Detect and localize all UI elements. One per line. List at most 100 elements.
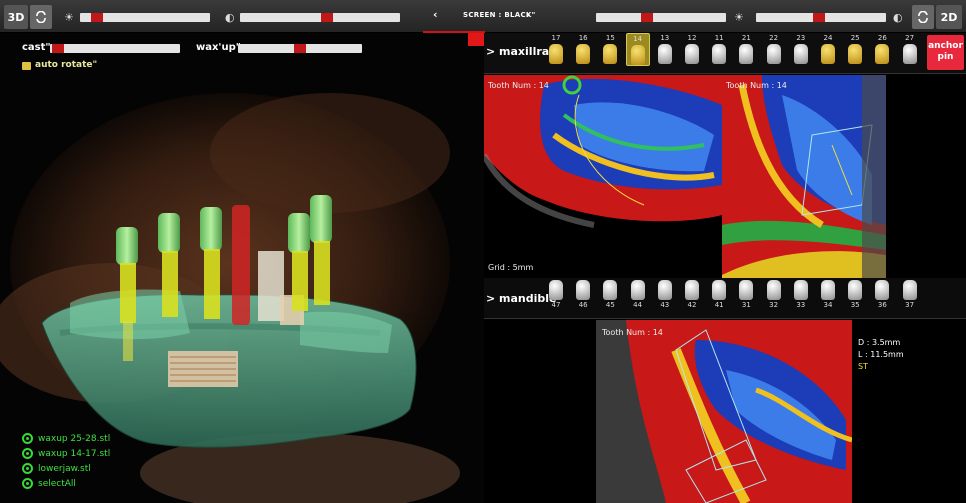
tooth-number: 12	[687, 34, 697, 42]
brightness-slider-left[interactable]	[80, 13, 210, 22]
slider-knob[interactable]	[812, 13, 825, 22]
tooth-25[interactable]: 25	[843, 33, 867, 64]
waxup-label: wax'up"	[196, 42, 241, 53]
tooth-num-label: Tooth Num : 14	[726, 81, 787, 90]
tooth-14[interactable]: 14	[625, 33, 650, 66]
tooth-icon	[576, 44, 591, 64]
tooth-21[interactable]: 21	[734, 33, 758, 64]
diameter-value: D : 3.5mm	[858, 338, 901, 347]
waxup-opacity-slider[interactable]	[238, 44, 362, 53]
tooth-icon	[657, 44, 672, 64]
tooth-number: 16	[578, 34, 588, 42]
tooth-47[interactable]: 47	[544, 280, 568, 311]
tooth-23[interactable]: 23	[789, 33, 813, 64]
visibility-toggle-icon[interactable]	[22, 478, 33, 489]
tooth-icon	[848, 44, 863, 64]
ct-cross-section-1[interactable]: Tooth Num : 14 Grid : 5mm	[484, 75, 722, 278]
sync-icon[interactable]	[30, 5, 52, 29]
visibility-toggle-icon[interactable]	[22, 433, 33, 444]
tooth-11[interactable]: 11	[707, 33, 731, 64]
anchor-pin-marker-icon[interactable]	[468, 33, 484, 46]
lock-icon[interactable]	[22, 62, 31, 70]
tooth-46[interactable]: 46	[571, 280, 595, 311]
tooth-icon	[821, 44, 835, 64]
tooth-44[interactable]: 44	[626, 280, 650, 311]
tooth-icon	[902, 44, 917, 64]
grid-label: Grid : 5mm	[488, 263, 534, 272]
app-window: 3D ☀ ◐ ‹ SCREEN : BLACK" › ☀ ◐ 2D cast" …	[0, 0, 966, 503]
maxilla-tooth-bar: > maxillra" 17 16 15 14 13 12 11 21 22 23 24 25 26 27…	[484, 33, 966, 74]
tooth-icon	[576, 280, 591, 300]
tooth-icon	[821, 280, 835, 300]
ct-cross-section-2[interactable]: Tooth Num : 14	[722, 75, 886, 278]
tooth-12[interactable]: 12	[680, 33, 704, 64]
tooth-15[interactable]: 15	[598, 33, 622, 64]
tooth-35[interactable]: 35	[843, 280, 867, 311]
tooth-num-label: Tooth Num : 14	[488, 81, 549, 90]
mode-3d-button[interactable]: 3D	[4, 5, 28, 29]
tooth-number: 45	[605, 301, 615, 309]
tooth-number: 14	[633, 35, 643, 43]
tooth-number: 44	[633, 301, 643, 309]
contrast-slider-left[interactable]	[240, 13, 400, 22]
sync-icon[interactable]	[912, 5, 934, 29]
cast-opacity-slider[interactable]	[50, 44, 180, 53]
st-label: ST	[858, 362, 868, 371]
tooth-32[interactable]: 32	[762, 280, 786, 311]
anchor-pin-button[interactable]: anchor pin	[927, 35, 964, 70]
brightness-slider-right[interactable]	[756, 13, 886, 22]
slider-knob[interactable]	[52, 44, 65, 53]
tooth-num-label: Tooth Num : 14	[602, 328, 663, 337]
visibility-toggle-icon[interactable]	[22, 463, 33, 474]
tooth-45[interactable]: 45	[598, 280, 622, 311]
tooth-icon	[630, 280, 645, 300]
file-item[interactable]: waxup 25-28.stl	[22, 431, 110, 446]
tooth-icon	[712, 280, 727, 300]
tooth-number: 31	[741, 301, 751, 309]
tooth-icon	[712, 44, 727, 64]
tooth-17[interactable]: 17	[544, 33, 568, 64]
tooth-43[interactable]: 43	[653, 280, 677, 311]
tooth-34[interactable]: 34	[816, 280, 840, 311]
tooth-42[interactable]: 42	[680, 280, 704, 311]
tooth-icon	[766, 280, 781, 300]
chevron-right-icon[interactable]: ›	[526, 8, 531, 21]
tooth-33[interactable]: 33	[789, 280, 813, 311]
file-item[interactable]: lowerjaw.stl	[22, 461, 110, 476]
contrast-slider-right[interactable]	[596, 13, 726, 22]
ct-cross-section-3[interactable]: Tooth Num : 14	[596, 320, 852, 503]
tooth-13[interactable]: 13	[653, 33, 677, 64]
slider-knob[interactable]	[640, 13, 653, 22]
tooth-number: 34	[823, 301, 833, 309]
tooth-icon	[793, 44, 808, 64]
chevron-left-icon[interactable]: ‹	[433, 8, 438, 21]
tooth-number: 17	[551, 34, 561, 42]
tooth-number: 23	[796, 34, 806, 42]
tooth-22[interactable]: 22	[762, 33, 786, 64]
stl-file-list: waxup 25-28.stl waxup 14-17.stl lowerjaw…	[22, 431, 110, 491]
auto-rotate-toggle[interactable]: auto rotate"	[35, 60, 97, 70]
slider-knob[interactable]	[294, 44, 306, 53]
visibility-toggle-icon[interactable]	[22, 448, 33, 459]
tooth-number: 27	[905, 34, 915, 42]
top-toolbar: 3D ☀ ◐ ‹ SCREEN : BLACK" › ☀ ◐ 2D	[0, 0, 966, 34]
screen-mode-label[interactable]: SCREEN : BLACK"	[463, 11, 536, 19]
tooth-number: 36	[877, 301, 887, 309]
file-item[interactable]: selectAll	[22, 476, 110, 491]
tooth-number: 37	[905, 301, 915, 309]
cast-label: cast"	[22, 42, 51, 53]
tooth-number: 22	[769, 34, 779, 42]
slider-knob[interactable]	[90, 13, 103, 22]
mode-2d-button[interactable]: 2D	[936, 5, 962, 29]
tooth-37[interactable]: 37	[898, 280, 922, 311]
file-item[interactable]: waxup 14-17.stl	[22, 446, 110, 461]
tooth-27[interactable]: 27	[898, 33, 922, 64]
tooth-26[interactable]: 26	[870, 33, 894, 64]
tooth-36[interactable]: 36	[870, 280, 894, 311]
tooth-41[interactable]: 41	[707, 280, 731, 311]
tooth-24[interactable]: 24	[816, 33, 840, 64]
3d-view-panel[interactable]: cast" wax'up" auto rotate" waxup 25-28.s…	[0, 33, 484, 503]
tooth-16[interactable]: 16	[571, 33, 595, 64]
slider-knob[interactable]	[321, 13, 334, 22]
tooth-31[interactable]: 31	[734, 280, 758, 311]
